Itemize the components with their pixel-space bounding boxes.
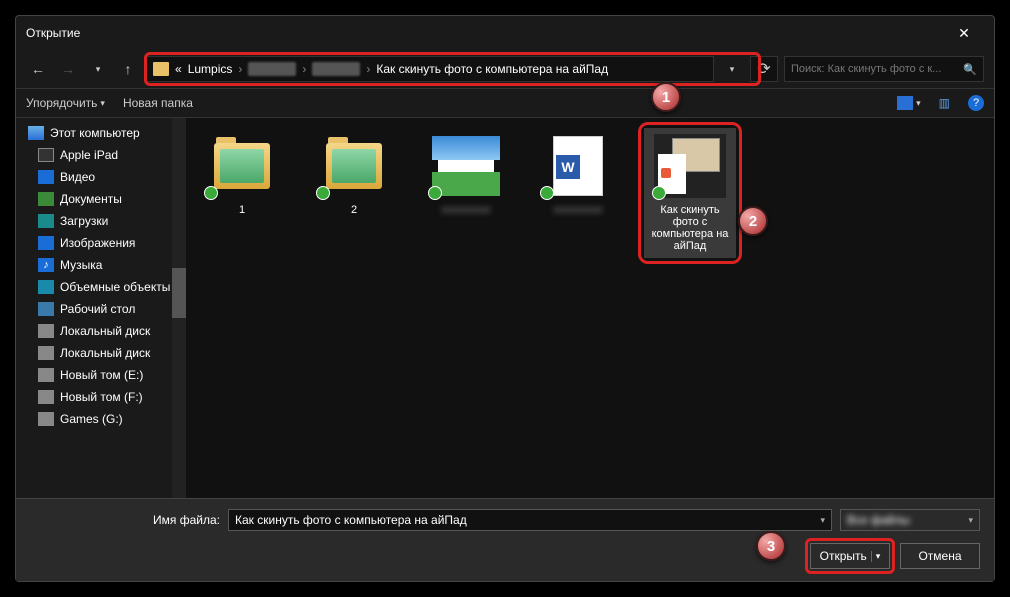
search-icon: 🔍 bbox=[963, 63, 977, 76]
file-folder-2[interactable]: 2 bbox=[308, 128, 400, 222]
breadcrumb-1[interactable]: Lumpics bbox=[188, 62, 233, 76]
file-label-blurred: xxxxxxxxx bbox=[441, 204, 491, 216]
image-icon bbox=[438, 138, 494, 194]
word-icon: W bbox=[553, 136, 603, 196]
sidebar-item-this-pc[interactable]: Этот компьютер bbox=[16, 122, 186, 144]
dialog-title: Открытие bbox=[26, 26, 80, 40]
sidebar-item-3d[interactable]: Объемные объекты bbox=[16, 276, 186, 298]
split-button-arrow[interactable]: ▾ bbox=[871, 551, 881, 562]
picture-icon bbox=[897, 96, 913, 110]
cancel-button[interactable]: Отмена bbox=[900, 543, 980, 569]
breadcrumb-3-blurred[interactable]: xxxx bbox=[312, 62, 360, 76]
cube-icon bbox=[38, 280, 54, 294]
file-label: 2 bbox=[351, 204, 357, 216]
video-icon bbox=[38, 170, 54, 184]
close-button[interactable]: ✕ bbox=[944, 25, 984, 42]
sidebar-item-disk-g[interactable]: Games (G:) bbox=[16, 408, 186, 430]
view-options[interactable]: ▾ bbox=[897, 96, 921, 110]
file-selected[interactable]: Как скинуть фото с компьютера на айПад bbox=[644, 128, 736, 258]
device-icon bbox=[38, 148, 54, 162]
footer: Имя файла: Как скинуть фото с компьютера… bbox=[16, 498, 994, 581]
sidebar: Этот компьютер Apple iPad Видео Документ… bbox=[16, 118, 186, 498]
file-word[interactable]: W xxxxxxxxx bbox=[532, 128, 624, 222]
chevron-down-icon: ▾ bbox=[100, 98, 105, 109]
folder-icon bbox=[214, 143, 270, 189]
sync-icon bbox=[428, 186, 442, 200]
organize-menu[interactable]: Упорядочить ▾ bbox=[26, 96, 105, 110]
chevron-right-icon: › bbox=[238, 62, 242, 76]
new-folder-button[interactable]: Новая папка bbox=[123, 96, 193, 110]
sidebar-item-music[interactable]: ♪Музыка bbox=[16, 254, 186, 276]
sidebar-item-videos[interactable]: Видео bbox=[16, 166, 186, 188]
address-bar[interactable]: « Lumpics › xxxx › xxxx › Как скинуть фо… bbox=[146, 56, 714, 82]
sidebar-item-disk-c[interactable]: Локальный диск bbox=[16, 320, 186, 342]
titlebar: Открытие ✕ bbox=[16, 16, 994, 50]
filetype-select[interactable]: Все файлы ▾ bbox=[840, 509, 980, 531]
main-area: Этот компьютер Apple iPad Видео Документ… bbox=[16, 118, 994, 498]
sidebar-item-documents[interactable]: Документы bbox=[16, 188, 186, 210]
refresh-button[interactable]: ⟳ bbox=[750, 56, 778, 82]
help-button[interactable]: ? bbox=[968, 95, 984, 111]
sidebar-item-downloads[interactable]: Загрузки bbox=[16, 210, 186, 232]
chevron-right-icon: › bbox=[366, 62, 370, 76]
pc-icon bbox=[28, 126, 44, 140]
file-list[interactable]: 1 2 xxxxxxxxx W xxxxxxxxx Как скинуть фо… bbox=[186, 118, 994, 498]
search-input[interactable]: Поиск: Как скинуть фото с к... 🔍 bbox=[784, 56, 984, 82]
file-label: Как скинуть фото с компьютера на айПад bbox=[646, 204, 734, 252]
address-dropdown[interactable]: ▾ bbox=[720, 57, 744, 81]
file-folder-1[interactable]: 1 bbox=[196, 128, 288, 222]
file-label: 1 bbox=[239, 204, 245, 216]
disk-icon bbox=[38, 368, 54, 382]
download-icon bbox=[38, 214, 54, 228]
sync-icon bbox=[652, 186, 666, 200]
back-button[interactable]: ← bbox=[26, 57, 50, 81]
search-placeholder: Поиск: Как скинуть фото с к... bbox=[791, 63, 959, 75]
sync-icon bbox=[540, 186, 554, 200]
sync-icon bbox=[316, 186, 330, 200]
chevron-down-icon: ▾ bbox=[968, 515, 973, 526]
pictures-icon bbox=[38, 236, 54, 250]
open-dialog: Открытие ✕ ← → ▾ ↑ « Lumpics › xxxx › xx… bbox=[15, 15, 995, 582]
folder-icon bbox=[326, 143, 382, 189]
disk-icon bbox=[38, 324, 54, 338]
forward-button[interactable]: → bbox=[56, 57, 80, 81]
sidebar-item-pictures[interactable]: Изображения bbox=[16, 232, 186, 254]
sync-icon bbox=[204, 186, 218, 200]
sidebar-item-disk-f[interactable]: Новый том (F:) bbox=[16, 386, 186, 408]
view-mode-button[interactable]: ▥ bbox=[939, 96, 950, 110]
sidebar-item-ipad[interactable]: Apple iPad bbox=[16, 144, 186, 166]
chevron-down-icon[interactable]: ▾ bbox=[820, 515, 825, 526]
disk-icon bbox=[38, 412, 54, 426]
sidebar-scrollbar-thumb[interactable] bbox=[172, 268, 186, 318]
chevron-right-icon: › bbox=[302, 62, 306, 76]
breadcrumb-2-blurred[interactable]: xxxx bbox=[248, 62, 296, 76]
disk-icon bbox=[38, 390, 54, 404]
disk-icon bbox=[38, 346, 54, 360]
sidebar-item-disk-e[interactable]: Новый том (E:) bbox=[16, 364, 186, 386]
document-icon bbox=[38, 192, 54, 206]
nav-row: ← → ▾ ↑ « Lumpics › xxxx › xxxx › Как ск… bbox=[16, 50, 994, 88]
sidebar-item-desktop[interactable]: Рабочий стол bbox=[16, 298, 186, 320]
music-icon: ♪ bbox=[38, 258, 54, 272]
sidebar-item-disk-d[interactable]: Локальный диск bbox=[16, 342, 186, 364]
filename-input[interactable]: Как скинуть фото с компьютера на айПад ▾ bbox=[228, 509, 832, 531]
open-button[interactable]: Открыть ▾ bbox=[810, 543, 890, 569]
filename-label: Имя файла: bbox=[30, 513, 220, 527]
up-button[interactable]: ↑ bbox=[116, 57, 140, 81]
file-image[interactable]: xxxxxxxxx bbox=[420, 128, 512, 222]
breadcrumb-4[interactable]: Как скинуть фото с компьютера на айПад bbox=[376, 62, 608, 76]
desktop-icon bbox=[38, 302, 54, 316]
breadcrumb-root: « bbox=[175, 62, 182, 76]
callout-2: 2 bbox=[738, 206, 768, 236]
history-dropdown[interactable]: ▾ bbox=[86, 57, 110, 81]
folder-icon bbox=[153, 62, 169, 76]
file-label-blurred: xxxxxxxxx bbox=[553, 204, 603, 216]
toolbar: Упорядочить ▾ Новая папка ▾ ▥ ? bbox=[16, 88, 994, 118]
